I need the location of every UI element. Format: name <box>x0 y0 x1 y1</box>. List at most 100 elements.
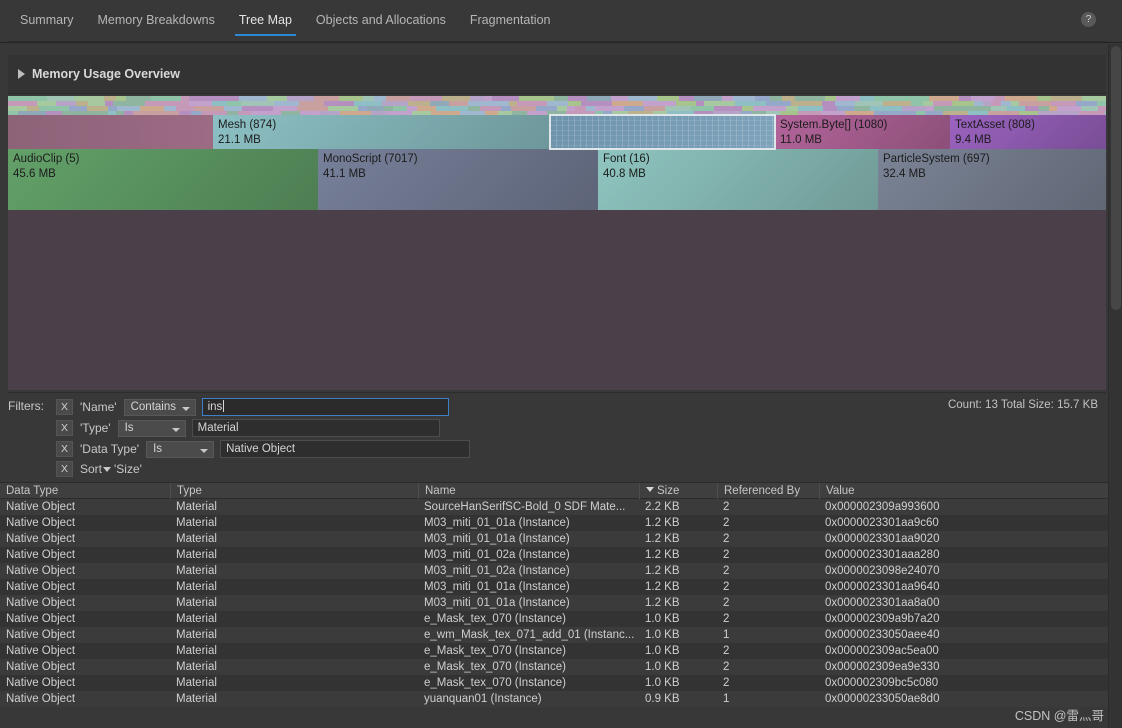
tab-memory-breakdowns[interactable]: Memory Breakdowns <box>85 10 226 36</box>
unity-memory-profiler-window: Summary Memory Breakdowns Tree Map Objects … <box>0 0 1122 728</box>
table-row[interactable]: Native Object Material e_Mask_tex_070 (Ins… <box>0 643 1122 659</box>
caret-down-icon[interactable] <box>103 467 112 472</box>
table-row[interactable]: Native Object Material M03_miti_01_02a (In… <box>0 547 1122 563</box>
vertical-scrollbar[interactable] <box>1108 44 1122 482</box>
tree-map-band[interactable] <box>8 115 213 149</box>
cell-type: Material <box>176 661 217 673</box>
tree-map-cell[interactable]: AudioClip (5) 45.6 MB <box>8 149 318 210</box>
tree-map-cell-label: Font (16) 40.8 MB <box>603 152 650 182</box>
tree-map-cell[interactable]: System.Byte[] (1080) 11.0 MB <box>775 115 950 149</box>
tab-objects-and-allocations[interactable]: Objects and Allocations <box>304 10 458 36</box>
filter-operator-dropdown[interactable]: Contains <box>123 398 196 416</box>
tab-tree-map[interactable]: Tree Map <box>227 10 304 36</box>
tree-map-cell-size: 11.0 MB <box>780 134 822 146</box>
cell-referenced-by: 2 <box>723 565 730 577</box>
tab-list: Summary Memory Breakdowns Tree Map Objects … <box>8 10 562 36</box>
cell-type: Material <box>176 597 217 609</box>
tree-map-cell[interactable]: Mesh (874) 21.1 MB <box>213 115 558 149</box>
cell-data-type: Native Object <box>6 677 76 689</box>
cell-value: 0x000002309ac5ea00 <box>825 645 939 657</box>
filter-value-input[interactable]: ins <box>201 398 449 416</box>
cell-referenced-by: 1 <box>723 693 730 705</box>
remove-filter-button[interactable]: X <box>56 399 73 415</box>
table-row[interactable]: Native Object Material e_wm_Mask_tex_071_a… <box>0 627 1122 643</box>
cell-value: 0x0000023098e24070 <box>825 565 940 577</box>
memory-usage-overview-header[interactable]: Memory Usage Overview <box>8 55 1106 94</box>
tree-map-cell[interactable]: Font (16) 40.8 MB <box>598 149 878 210</box>
cell-name: e_wm_Mask_tex_071_add_01 (Instanc... <box>424 629 635 641</box>
table-row[interactable]: Native Object Material e_Mask_tex_070 (Ins… <box>0 675 1122 691</box>
sort-field: 'Size' <box>114 462 142 476</box>
chevron-down-icon <box>200 448 209 453</box>
cell-data-type: Native Object <box>6 533 76 545</box>
triangle-right-icon[interactable] <box>18 69 25 79</box>
cell-size: 1.2 KB <box>645 549 680 561</box>
column-header-value[interactable]: Value <box>819 483 999 499</box>
cell-data-type: Native Object <box>6 565 76 577</box>
column-header-size[interactable]: Size <box>639 483 717 499</box>
cell-referenced-by: 2 <box>723 597 730 609</box>
remove-filter-button[interactable]: X <box>56 441 73 457</box>
column-header-name[interactable]: Name <box>418 483 639 499</box>
tree-map-cell[interactable]: TextAsset (808) 9.4 MB <box>950 115 1106 149</box>
text-cursor <box>223 400 225 412</box>
column-header-referenced-by[interactable]: Referenced By <box>717 483 819 499</box>
cell-type: Material <box>176 613 217 625</box>
tree-map-cell-size: 40.8 MB <box>603 168 646 180</box>
cell-referenced-by: 2 <box>723 677 730 689</box>
table-row[interactable]: Native Object Material M03_miti_01_01a (In… <box>0 531 1122 547</box>
cell-data-type: Native Object <box>6 693 76 705</box>
cell-data-type: Native Object <box>6 613 76 625</box>
vertical-scrollbar-thumb[interactable] <box>1111 46 1121 310</box>
table-row[interactable]: Native Object Material e_Mask_tex_070 (Ins… <box>0 659 1122 675</box>
table-row[interactable]: Native Object Material M03_miti_01_01a (In… <box>0 515 1122 531</box>
table-row[interactable]: Native Object Material M03_miti_01_01a (In… <box>0 595 1122 611</box>
table-row[interactable]: Native Object Material M03_miti_01_01a (In… <box>0 579 1122 595</box>
sort-label: Sort 'Size' <box>80 462 142 476</box>
filter-operator-dropdown[interactable]: Is <box>146 440 215 458</box>
cell-referenced-by: 2 <box>723 661 730 673</box>
watermark: CSDN @雷灬哥 <box>1014 709 1104 723</box>
table-row[interactable]: Native Object Material yuanquan01 (Instanc… <box>0 691 1122 707</box>
sort-descending-icon <box>646 487 654 492</box>
column-header-type[interactable]: Type <box>170 483 418 499</box>
cell-data-type: Native Object <box>6 581 76 593</box>
filter-operator-value: Is <box>124 421 134 434</box>
column-header-label: Type <box>177 485 202 497</box>
help-icon[interactable]: ? <box>1081 12 1096 27</box>
tree-map-cell[interactable]: MonoScript (7017) 41.1 MB <box>318 149 598 210</box>
cell-size: 1.0 KB <box>645 629 680 641</box>
tree-map-selected-cell[interactable] <box>549 114 776 150</box>
tab-fragmentation[interactable]: Fragmentation <box>458 10 563 36</box>
filter-row: X 'Data Type' Is Native Object <box>56 440 471 458</box>
tree-map-cell-name: MonoScript (7017) <box>323 153 418 165</box>
cell-size: 1.2 KB <box>645 581 680 593</box>
cell-value: 0x00000233050aee40 <box>825 629 940 641</box>
filter-value-input[interactable]: Material <box>191 419 440 437</box>
filter-operator-dropdown[interactable]: Is <box>117 419 186 437</box>
cell-size: 1.2 KB <box>645 533 680 545</box>
filter-row: X 'Type' Is Material <box>56 419 440 437</box>
table-row[interactable]: Native Object Material SourceHanSerifSC-Bo… <box>0 499 1122 515</box>
column-header-label: Name <box>425 485 456 497</box>
tree-map-canvas[interactable]: Mesh (874) 21.1 MB System.Byte[] (1080) 11.… <box>8 96 1106 390</box>
remove-sort-button[interactable]: X <box>56 461 73 477</box>
objects-table: Data Type Type Name Size Referenced By Value … <box>0 482 1122 728</box>
cell-type: Material <box>176 549 217 561</box>
tab-summary[interactable]: Summary <box>8 10 85 36</box>
cell-value: 0x000002309a9b7a20 <box>825 613 940 625</box>
cell-referenced-by: 2 <box>723 581 730 593</box>
table-vertical-scrollbar[interactable] <box>1108 482 1122 728</box>
filter-value-input[interactable]: Native Object <box>220 440 471 458</box>
tree-map-cell[interactable]: ParticleSystem (697) 32.4 MB <box>878 149 1106 210</box>
table-row[interactable]: Native Object Material M03_miti_01_02a (In… <box>0 563 1122 579</box>
remove-filter-button[interactable]: X <box>56 420 73 436</box>
sort-row: X Sort 'Size' <box>56 461 142 477</box>
tree-map-cell-name: Font (16) <box>603 153 650 165</box>
cell-name: M03_miti_01_02a (Instance) <box>424 565 570 577</box>
column-header-data-type[interactable]: Data Type <box>0 483 170 499</box>
tree-map-cell-name: ParticleSystem (697) <box>883 153 990 165</box>
cell-name: M03_miti_01_01a (Instance) <box>424 597 570 609</box>
filter-row: X 'Name' Contains ins <box>56 398 449 416</box>
table-row[interactable]: Native Object Material e_Mask_tex_070 (Ins… <box>0 611 1122 627</box>
